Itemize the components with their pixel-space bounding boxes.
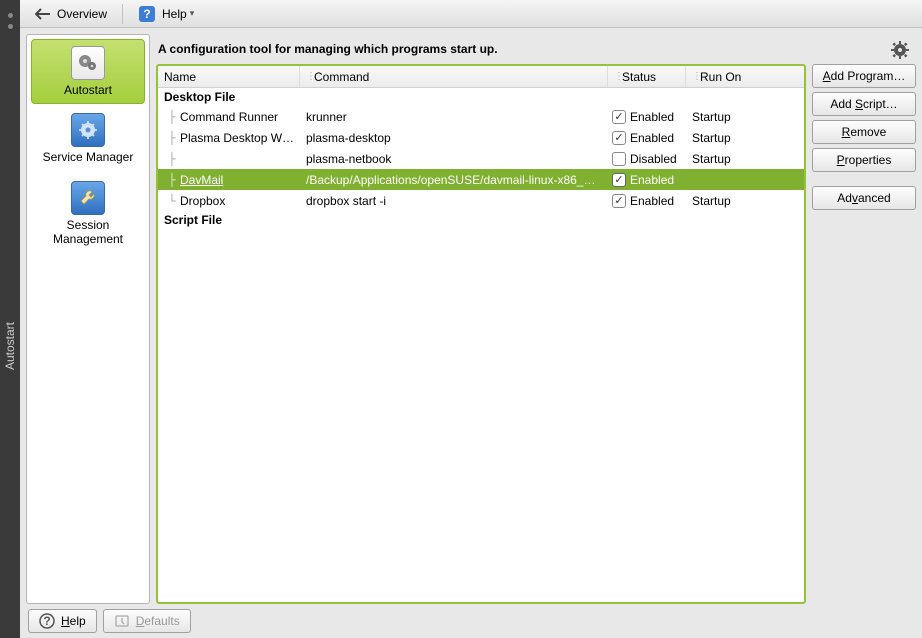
remove-button[interactable]: Remove xyxy=(812,120,916,144)
table-row[interactable]: ├Command Runnerkrunner✓EnabledStartup xyxy=(158,106,804,127)
service-icon xyxy=(71,113,105,147)
category-sidebar: Autostart Service Manager Session Manage… xyxy=(26,34,150,604)
add-program-button[interactable]: Add Program… xyxy=(812,64,916,88)
col-run-on[interactable]: ⋮⋮Run On xyxy=(686,66,786,87)
svg-text:?: ? xyxy=(43,614,50,628)
sidebar-item-label: Service Manager xyxy=(43,150,134,164)
window-rail: Autostart xyxy=(0,0,20,638)
restore-defaults-icon xyxy=(114,613,130,629)
footer: ? Help Defaults xyxy=(20,604,922,638)
group-desktop-file: Desktop File xyxy=(158,88,804,106)
overview-label: Overview xyxy=(57,7,107,21)
row-status: Enabled xyxy=(630,173,674,187)
row-command: dropbox start -i xyxy=(300,194,608,208)
row-run-on: Startup xyxy=(686,194,786,208)
status-checkbox[interactable]: ✓ xyxy=(612,173,626,187)
row-run-on: Startup xyxy=(686,110,786,124)
toolbar: Overview ? Help ▾ xyxy=(20,0,922,28)
status-checkbox[interactable]: ✓ xyxy=(612,110,626,124)
rail-dot xyxy=(8,13,13,18)
row-run-on: Startup xyxy=(686,131,786,145)
row-status: Disabled xyxy=(630,152,677,166)
row-command: plasma-netbook xyxy=(300,152,608,166)
row-name: Command Runner xyxy=(180,110,300,124)
advanced-button[interactable]: Advanced xyxy=(812,186,916,210)
page-description: A configuration tool for managing which … xyxy=(158,42,804,56)
help-button[interactable]: ? Help xyxy=(28,609,97,633)
rail-title: Autostart xyxy=(3,322,17,370)
status-checkbox[interactable]: ✓ xyxy=(612,131,626,145)
back-arrow-icon xyxy=(35,8,51,20)
action-panel: Add Program… Add Script… Remove Properti… xyxy=(812,34,916,604)
gears-icon xyxy=(71,46,105,80)
help-icon: ? xyxy=(138,5,156,23)
group-script-file: Script File xyxy=(158,211,804,229)
row-command: /Backup/Applications/openSUSE/davmail-li… xyxy=(300,173,608,187)
properties-button[interactable]: Properties xyxy=(812,148,916,172)
table-row[interactable]: ├Plasma Desktop W…plasma-desktop✓Enabled… xyxy=(158,127,804,148)
chevron-down-icon: ▾ xyxy=(190,8,195,19)
wrench-icon xyxy=(71,181,105,215)
sidebar-item-label: Session Management xyxy=(53,218,123,247)
row-name: DavMail xyxy=(180,173,300,187)
sidebar-item-service-manager[interactable]: Service Manager xyxy=(31,106,145,171)
sidebar-item-autostart[interactable]: Autostart xyxy=(31,39,145,104)
defaults-button[interactable]: Defaults xyxy=(103,609,191,633)
row-command: krunner xyxy=(300,110,608,124)
status-checkbox[interactable]: ✓ xyxy=(612,194,626,208)
add-script-button[interactable]: Add Script… xyxy=(812,92,916,116)
svg-text:?: ? xyxy=(143,7,150,21)
table-header: Name ⋮⋮Command ⋮⋮Status ⋮⋮Run On xyxy=(158,66,804,88)
status-checkbox[interactable] xyxy=(612,152,626,166)
autostart-table: Name ⋮⋮Command ⋮⋮Status ⋮⋮Run On Desktop… xyxy=(156,64,806,604)
settings-gear-icon[interactable] xyxy=(890,40,910,60)
help-menu-button[interactable]: ? Help ▾ xyxy=(129,2,203,26)
sidebar-item-session-management[interactable]: Session Management xyxy=(31,174,145,254)
help-icon: ? xyxy=(39,613,55,629)
row-status: Enabled xyxy=(630,131,674,145)
table-row[interactable]: ├DavMail/Backup/Applications/openSUSE/da… xyxy=(158,169,804,190)
rail-dot xyxy=(8,24,13,29)
row-name: Plasma Desktop W… xyxy=(180,131,300,145)
row-command: plasma-desktop xyxy=(300,131,608,145)
toolbar-separator xyxy=(122,4,123,24)
row-status: Enabled xyxy=(630,194,674,208)
col-command[interactable]: ⋮⋮Command xyxy=(300,66,608,87)
table-row[interactable]: ├plasma-netbookDisabledStartup xyxy=(158,148,804,169)
col-status[interactable]: ⋮⋮Status xyxy=(608,66,686,87)
sidebar-item-label: Autostart xyxy=(64,83,112,97)
overview-button[interactable]: Overview xyxy=(26,4,116,24)
row-run-on: Startup xyxy=(686,152,786,166)
col-name[interactable]: Name xyxy=(158,66,300,87)
help-label: Help xyxy=(162,7,187,21)
row-name: Dropbox xyxy=(180,194,300,208)
row-status: Enabled xyxy=(630,110,674,124)
table-row[interactable]: └Dropboxdropbox start -i✓EnabledStartup xyxy=(158,190,804,211)
